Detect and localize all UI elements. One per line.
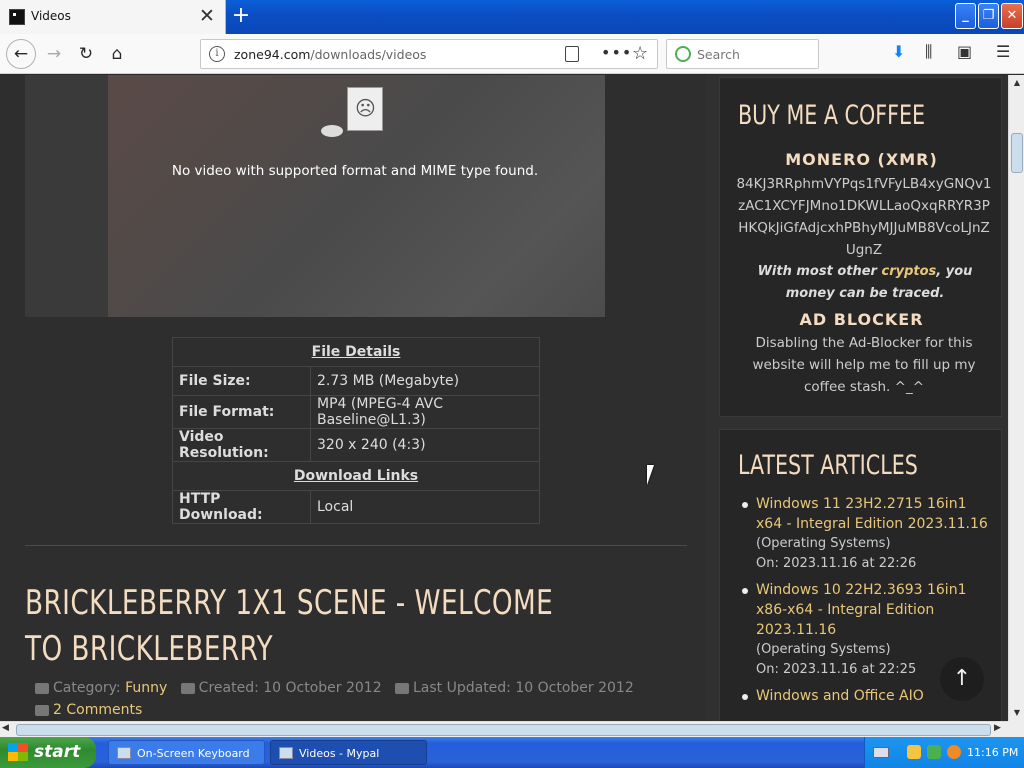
horizontal-scrollbar[interactable]: ◀ ▶ — [0, 721, 1008, 737]
mouse-cursor — [647, 465, 654, 485]
taskbar-item-mypal[interactable]: Videos - Mypal — [270, 740, 427, 765]
page-actions-icon[interactable]: ••• — [601, 43, 632, 62]
category-link[interactable]: Funny — [125, 680, 167, 696]
browser-icon — [279, 747, 293, 759]
adblock-header: AD BLOCKER — [799, 310, 924, 329]
monero-header: MONERO (XMR) — [785, 150, 938, 169]
navigation-toolbar: ← → ↻ ⌂ i zone94.com/downloads/videos ••… — [0, 34, 1024, 74]
close-window-button[interactable]: ✕ — [1001, 3, 1023, 29]
table-row: HTTP Download: Local — [172, 490, 540, 524]
calendar-icon — [394, 682, 409, 694]
adblock-text: Disabling the Ad-Blocker for this websit… — [752, 335, 976, 395]
scroll-right-icon[interactable]: ▶ — [994, 723, 1001, 733]
keyboard-layout-icon[interactable] — [873, 747, 889, 758]
cryptos-link[interactable]: cryptos — [882, 264, 937, 279]
start-label: start — [34, 742, 81, 762]
start-button[interactable]: start — [0, 737, 96, 768]
coffee-title: BUY ME A COFFEE — [738, 100, 926, 131]
security-shield-icon[interactable] — [907, 745, 921, 759]
title-bar: Videos ✕ + _ ❐ ✕ — [0, 0, 1024, 34]
reader-view-icon[interactable] — [565, 46, 579, 62]
table-row: Video Resolution: 320 x 240 (4:3) — [172, 428, 540, 462]
table-row: File Size: 2.73 MB (Megabyte) — [172, 366, 540, 396]
video-player[interactable]: No video with supported format and MIME … — [25, 75, 605, 317]
table-row: File Format: MP4 (MPEG-4 AVC Baseline@L1.… — [172, 395, 540, 429]
scroll-left-icon[interactable]: ◀ — [2, 723, 9, 733]
library-icon[interactable]: ⫼ — [925, 42, 932, 62]
article-category[interactable]: (Operating Systems) — [756, 534, 990, 554]
scroll-thumb[interactable] — [16, 724, 991, 736]
search-input[interactable]: Search — [697, 47, 740, 62]
close-tab-icon[interactable]: ✕ — [199, 5, 215, 27]
url-text[interactable]: zone94.com/downloads/videos — [234, 47, 426, 62]
site-info-icon[interactable]: i — [209, 46, 225, 62]
comment-icon — [35, 704, 49, 716]
scroll-to-top-button[interactable]: ↑ — [940, 657, 984, 701]
calendar-icon — [180, 682, 195, 694]
article-title[interactable]: BRICKLEBERRY 1X1 SCENE - WELCOME TO BRIC… — [25, 580, 593, 672]
crypto-note: With most other cryptos, you money can b… — [757, 264, 973, 301]
url-bar[interactable]: i zone94.com/downloads/videos ••• ☆ — [200, 39, 658, 69]
forward-button[interactable]: → — [40, 40, 68, 68]
vertical-scrollbar[interactable]: ▲ ▼ — [1008, 75, 1024, 721]
page-content: No video with supported format and MIME … — [0, 75, 1008, 721]
taskbar: start On-Screen Keyboard Videos - Mypal … — [0, 737, 1024, 768]
main-column: No video with supported format and MIME … — [0, 75, 706, 721]
comments-link[interactable]: 2 Comments — [53, 702, 142, 718]
article-meta: Category: Funny Created: 10 October 2012… — [35, 677, 685, 721]
system-tray: 11:16 PM — [864, 737, 1024, 768]
home-button[interactable]: ⌂ — [103, 40, 131, 68]
article-link[interactable]: Windows 11 23H2.2715 16in1 x64 - Integra… — [756, 494, 990, 534]
tab-videos[interactable]: Videos ✕ — [0, 0, 226, 34]
downloads-icon[interactable]: ⬇ — [892, 42, 905, 61]
restore-button[interactable]: ❐ — [978, 3, 999, 29]
back-button[interactable]: ← — [6, 39, 36, 69]
unsupported-file-icon — [347, 87, 383, 131]
article-date: On: 2023.11.16 at 22:26 — [756, 556, 917, 571]
scrollbar-corner — [1008, 721, 1024, 737]
windows-logo-icon — [8, 743, 28, 761]
new-tab-button[interactable]: + — [230, 3, 252, 29]
scroll-up-icon[interactable]: ▲ — [1009, 75, 1024, 91]
taskbar-item-onscreen-keyboard[interactable]: On-Screen Keyboard — [108, 740, 265, 765]
reload-button[interactable]: ↻ — [72, 40, 100, 68]
scroll-thumb[interactable] — [1011, 133, 1023, 173]
download-links-header: Download Links — [172, 461, 540, 491]
list-item: Windows 11 23H2.2715 16in1 x64 - Integra… — [740, 494, 990, 574]
search-box[interactable]: Search — [666, 39, 819, 69]
monero-address[interactable]: 84KJ3RRphmVYPqs1fVFyLB4xyGNQv1zAC1XCYFJM… — [736, 173, 992, 261]
created-date: Created: 10 October 2012 — [198, 680, 382, 696]
disc-icon — [321, 125, 343, 137]
site-favicon-icon — [9, 9, 25, 25]
local-download-link[interactable]: Local — [310, 490, 540, 524]
minimize-button[interactable]: _ — [955, 3, 976, 29]
article-link[interactable]: Windows 10 22H2.3693 16in1 x86-x64 - Int… — [756, 580, 990, 640]
bookmark-star-icon[interactable]: ☆ — [632, 43, 648, 64]
latest-articles-title: LATEST ARTICLES — [738, 450, 918, 481]
file-details-header: File Details — [172, 337, 540, 367]
clock[interactable]: 11:16 PM — [967, 737, 1018, 768]
keyboard-icon — [117, 747, 131, 759]
tab-title: Videos — [31, 9, 71, 23]
video-error-message: No video with supported format and MIME … — [171, 163, 539, 179]
menu-icon[interactable]: ☰ — [996, 42, 1010, 61]
scroll-down-icon[interactable]: ▼ — [1009, 705, 1024, 721]
folder-icon — [35, 682, 49, 694]
network-icon[interactable] — [927, 745, 941, 759]
category-label: Category: — [53, 680, 121, 696]
file-details-table: File Details File Size: 2.73 MB (Megabyte… — [172, 337, 540, 524]
divider — [25, 545, 687, 546]
updated-date: Last Updated: 10 October 2012 — [412, 680, 634, 696]
search-engine-icon[interactable] — [675, 46, 691, 62]
buy-me-a-coffee-box: BUY ME A COFFEE MONERO (XMR) 84KJ3RRphmV… — [719, 77, 1002, 417]
search-tray-icon[interactable] — [947, 745, 961, 759]
sidebar-icon[interactable]: ▣ — [957, 42, 972, 61]
